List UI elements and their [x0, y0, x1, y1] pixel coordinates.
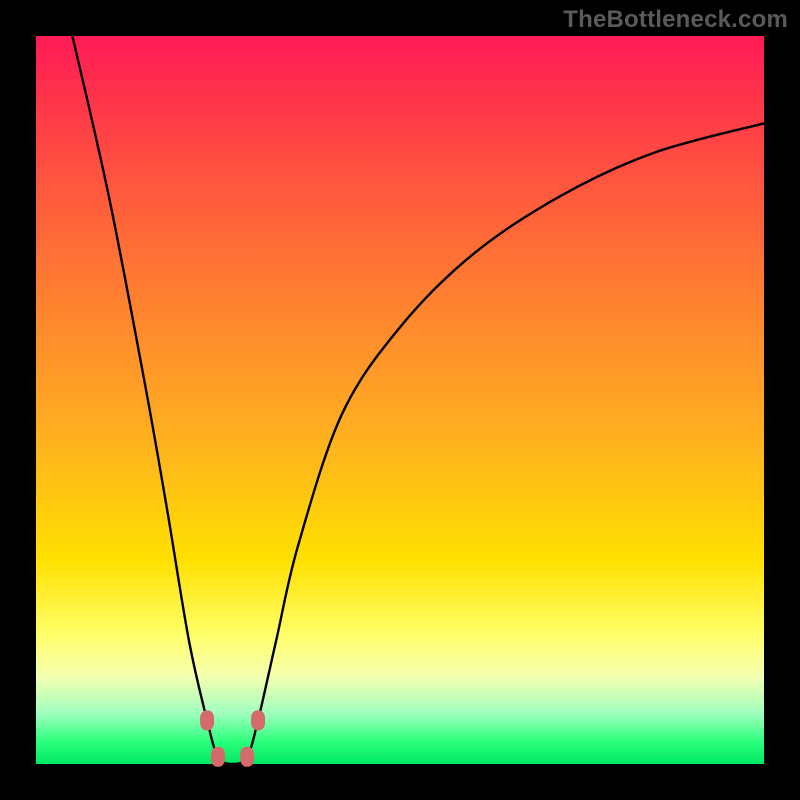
curve-markers [200, 710, 265, 766]
plot-area [36, 36, 764, 764]
curve-marker [251, 710, 265, 730]
curve-svg [36, 36, 764, 764]
bottleneck-curve [72, 36, 764, 764]
curve-marker [200, 710, 214, 730]
outer-frame: TheBottleneck.com [0, 0, 800, 800]
watermark-text: TheBottleneck.com [563, 6, 788, 34]
curve-marker [211, 747, 225, 767]
curve-marker [240, 747, 254, 767]
